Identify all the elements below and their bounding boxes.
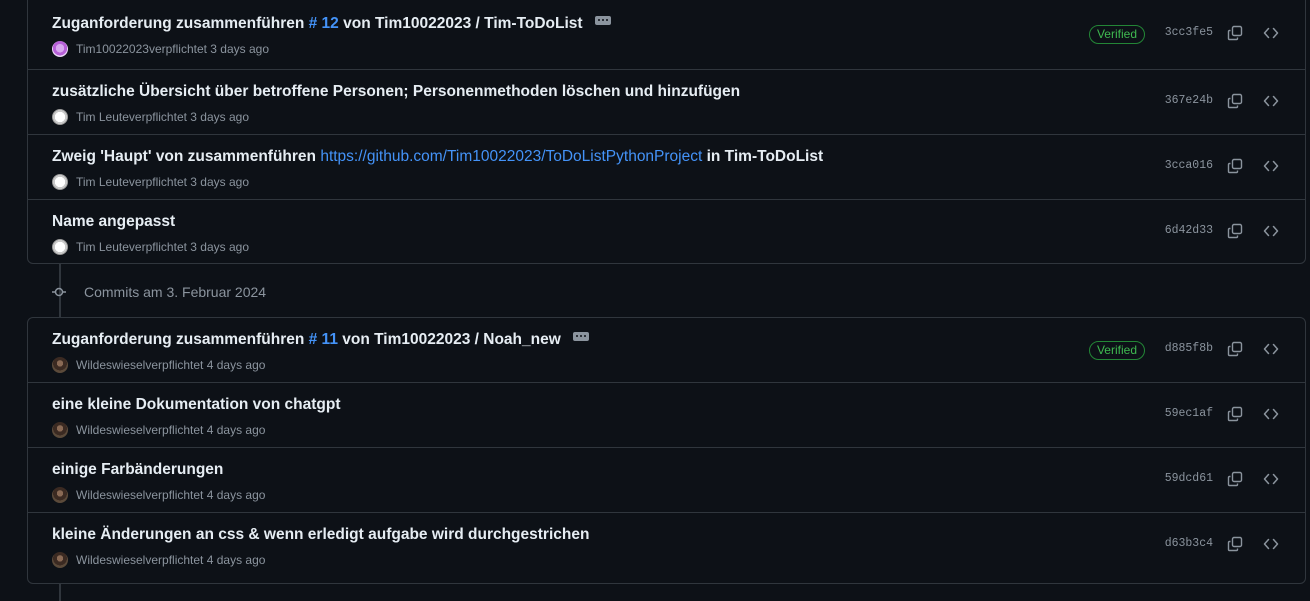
- author-name[interactable]: Tim Leute: [76, 240, 129, 254]
- commit-meta: Wildeswiesel verpflichtet 4 days ago: [52, 422, 265, 438]
- day-label: Commits am 3. Februar 2024: [84, 284, 267, 300]
- commit-title-suffix: in Tim-ToDoList: [702, 148, 824, 165]
- commit-node-icon: [52, 287, 66, 297]
- commit-meta: Wildeswiesel verpflichtet 4 days ago: [52, 552, 265, 568]
- commit-row: Zuganforderung zusammenführen # 12 von T…: [28, 0, 1305, 70]
- commit-sha[interactable]: 6d42d33: [1165, 224, 1213, 237]
- commit-title[interactable]: einige Farbänderungen: [52, 461, 223, 479]
- commit-row: Zweig 'Haupt' von zusammenführen https:/…: [28, 135, 1305, 200]
- avatar[interactable]: [52, 422, 68, 438]
- commit-row: eine kleine Dokumentation von chatgpt Wi…: [28, 383, 1305, 448]
- avatar[interactable]: [52, 174, 68, 190]
- code-icon[interactable]: [1263, 25, 1279, 41]
- commit-meta: Tim Leute verpflichtet 3 days ago: [52, 239, 249, 255]
- author-name[interactable]: Wildeswiesel: [76, 488, 145, 502]
- commit-row: einige Farbänderungen Wildeswiesel verpf…: [28, 448, 1305, 513]
- commit-group: Zuganforderung zusammenführen # 12 von T…: [27, 0, 1306, 264]
- code-icon[interactable]: [1263, 158, 1279, 174]
- commit-title-suffix: von Tim10022023 / Tim-ToDoList: [338, 15, 583, 32]
- code-icon[interactable]: [1263, 406, 1279, 422]
- copy-icon[interactable]: [1227, 406, 1243, 422]
- commit-title-suffix: von Tim10022023 / Noah_new: [337, 331, 561, 348]
- commit-title-text: Zweig 'Haupt' von zusammenführen: [52, 148, 321, 165]
- commit-sha[interactable]: 3cc3fe5: [1165, 26, 1213, 39]
- commit-title[interactable]: Zuganforderung zusammenführen # 12 von T…: [52, 15, 611, 33]
- timeline-line: [59, 584, 61, 601]
- commit-title[interactable]: zusätzliche Übersicht über betroffene Pe…: [52, 83, 740, 101]
- avatar[interactable]: [52, 109, 68, 125]
- commit-meta: Tim Leute verpflichtet 3 days ago: [52, 174, 249, 190]
- copy-icon[interactable]: [1227, 158, 1243, 174]
- commit-time: verpflichtet 3 days ago: [128, 110, 249, 124]
- commit-row: Zuganforderung zusammenführen # 11 von T…: [28, 318, 1305, 383]
- ellipsis-icon[interactable]: [594, 16, 611, 25]
- avatar[interactable]: [52, 552, 68, 568]
- commit-time: verpflichtet 4 days ago: [145, 423, 266, 437]
- commit-row: zusätzliche Übersicht über betroffene Pe…: [28, 70, 1305, 135]
- commit-title[interactable]: Zuganforderung zusammenführen # 11 von T…: [52, 331, 590, 349]
- avatar[interactable]: [52, 487, 68, 503]
- commit-title[interactable]: Zweig 'Haupt' von zusammenführen https:/…: [52, 148, 823, 166]
- commit-time: verpflichtet 4 days ago: [145, 488, 266, 502]
- verified-badge[interactable]: Verified: [1088, 25, 1145, 44]
- commit-sha[interactable]: 367e24b: [1165, 94, 1213, 107]
- author-name[interactable]: Wildeswiesel: [76, 553, 145, 567]
- avatar[interactable]: [52, 41, 68, 57]
- commit-group: Zuganforderung zusammenführen # 11 von T…: [27, 317, 1306, 584]
- commit-time: verpflichtet 4 days ago: [145, 358, 266, 372]
- ellipsis-icon[interactable]: [573, 332, 590, 341]
- code-icon[interactable]: [1263, 471, 1279, 487]
- verified-badge[interactable]: Verified: [1088, 341, 1145, 360]
- copy-icon[interactable]: [1227, 536, 1243, 552]
- repo-link[interactable]: https://github.com/Tim10022023/ToDoListP…: [320, 148, 702, 165]
- commit-meta: Tim10022023 verpflichtet 3 days ago: [52, 41, 269, 57]
- copy-icon[interactable]: [1227, 25, 1243, 41]
- author-name[interactable]: Tim Leute: [76, 110, 129, 124]
- commit-meta: Wildeswiesel verpflichtet 4 days ago: [52, 357, 265, 373]
- copy-icon[interactable]: [1227, 341, 1243, 357]
- commit-time: verpflichtet 3 days ago: [128, 240, 249, 254]
- author-name[interactable]: Wildeswiesel: [76, 423, 145, 437]
- commit-sha[interactable]: 59dcd61: [1165, 472, 1213, 485]
- author-name[interactable]: Wildeswiesel: [76, 358, 145, 372]
- pr-link[interactable]: # 11: [309, 331, 338, 348]
- commit-time: verpflichtet 4 days ago: [145, 553, 266, 567]
- commit-row: Name angepasst Tim Leute verpflichtet 3 …: [28, 200, 1305, 265]
- copy-icon[interactable]: [1227, 223, 1243, 239]
- code-icon[interactable]: [1263, 341, 1279, 357]
- commit-title[interactable]: kleine Änderungen an css & wenn erledigt…: [52, 526, 589, 544]
- commit-title-text: Zuganforderung zusammenführen: [52, 15, 309, 32]
- copy-icon[interactable]: [1227, 471, 1243, 487]
- commit-time: verpflichtet 3 days ago: [148, 42, 270, 56]
- commit-sha[interactable]: 59ec1af: [1165, 407, 1213, 420]
- commit-sha[interactable]: d63b3c4: [1165, 537, 1213, 550]
- code-icon[interactable]: [1263, 536, 1279, 552]
- commit-title-text: Zuganforderung zusammenführen: [52, 331, 309, 348]
- commit-title[interactable]: eine kleine Dokumentation von chatgpt: [52, 396, 341, 414]
- author-name[interactable]: Tim Leute: [76, 175, 129, 189]
- commit-sha[interactable]: 3cca016: [1165, 159, 1213, 172]
- day-header: Commits am 3. Februar 2024: [52, 282, 266, 302]
- commit-time: verpflichtet 3 days ago: [128, 175, 249, 189]
- code-icon[interactable]: [1263, 93, 1279, 109]
- pr-link[interactable]: # 12: [309, 15, 339, 32]
- commit-row: kleine Änderungen an css & wenn erledigt…: [28, 513, 1305, 578]
- commit-sha[interactable]: d885f8b: [1165, 342, 1213, 355]
- commit-meta: Tim Leute verpflichtet 3 days ago: [52, 109, 249, 125]
- commit-title[interactable]: Name angepasst: [52, 213, 175, 231]
- commit-meta: Wildeswiesel verpflichtet 4 days ago: [52, 487, 265, 503]
- avatar[interactable]: [52, 357, 68, 373]
- avatar[interactable]: [52, 239, 68, 255]
- copy-icon[interactable]: [1227, 93, 1243, 109]
- code-icon[interactable]: [1263, 223, 1279, 239]
- author-name[interactable]: Tim10022023: [76, 42, 149, 56]
